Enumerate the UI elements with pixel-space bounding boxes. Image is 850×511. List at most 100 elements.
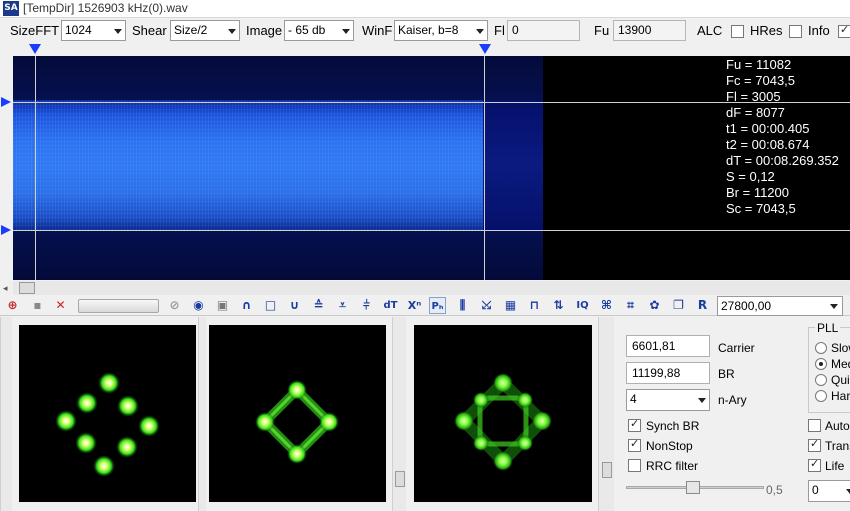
shear-select[interactable]: Size/2 — [170, 20, 240, 41]
volume-slider[interactable] — [78, 299, 159, 313]
synch-br-checkbox[interactable] — [628, 417, 641, 432]
upper-noise — [13, 56, 543, 100]
scroll-left-icon[interactable]: ◂ — [3, 283, 8, 294]
nary-value: 4 — [630, 392, 637, 406]
pulse-icon[interactable]: ⊓ — [526, 297, 543, 314]
cursor-fl-line — [13, 230, 850, 231]
fl-field[interactable]: 0 — [507, 20, 580, 41]
stop-icon[interactable]: ⊘ — [166, 297, 183, 314]
table-icon[interactable]: ▦ — [502, 297, 519, 314]
frequency-select[interactable]: 27800,00 — [717, 296, 843, 316]
readout-br: Br = 11200 — [726, 185, 790, 200]
rect-filter-icon[interactable]: □ — [262, 297, 279, 314]
bottom-select[interactable]: 0 — [808, 480, 850, 502]
speaker-icon[interactable]: ◉ — [190, 297, 207, 314]
readout-fc: Fc = 7043,5 — [726, 73, 796, 88]
cross-icon[interactable]: ⤩ — [478, 297, 495, 314]
readout-sc: Sc = 7043,5 — [726, 201, 796, 216]
phase-icon[interactable]: Pₕ — [429, 297, 446, 314]
sort-icon[interactable]: ⇅ — [550, 297, 567, 314]
pll-hard-radio[interactable] — [815, 390, 827, 402]
constellation-view-3 — [414, 325, 592, 502]
info-checkbox[interactable] — [838, 23, 850, 38]
slider-knob[interactable] — [686, 481, 700, 494]
histogram-icon[interactable]: ⫼ — [454, 297, 471, 314]
rrc-filter-checkbox[interactable] — [628, 459, 641, 472]
constellation-view-1 — [19, 325, 196, 502]
pattern-icon[interactable]: ⌘ — [598, 297, 615, 314]
nonstop-checkbox[interactable] — [628, 437, 641, 452]
spectrogram-area: Fu = 11082 Fc = 7043,5 Fl = 3005 dF = 80… — [0, 44, 850, 296]
save-icon[interactable]: ▪ — [29, 297, 46, 314]
power-icon[interactable]: Xⁿ — [406, 297, 423, 314]
pll-medium-label: Medium — [831, 357, 850, 371]
r-icon[interactable]: R — [694, 297, 711, 314]
middle-scrollbar[interactable] — [392, 317, 406, 511]
constellation-diamond-icon — [255, 380, 339, 464]
image-value: - 65 db — [288, 23, 326, 37]
spectrogram-scrollbar[interactable]: ◂ — [3, 281, 850, 295]
shear-label: Shear — [132, 23, 167, 38]
arc-filter-icon[interactable]: ∩ — [238, 297, 255, 314]
left-scrollbar[interactable] — [0, 317, 12, 511]
spectrogram-view[interactable]: Fu = 11082 Fc = 7043,5 Fl = 3005 dF = 80… — [13, 56, 850, 280]
peak-up-icon[interactable]: ≙ — [310, 297, 327, 314]
sizefft-value: 1024 — [65, 23, 92, 37]
pll-slow-label: Slow — [831, 341, 850, 355]
auto-checkbox[interactable] — [808, 419, 821, 432]
peak-both-icon[interactable]: ⫩ — [358, 297, 375, 314]
middle-scrollbar-thumb[interactable] — [395, 471, 405, 487]
synch-br-label: Synch BR — [646, 419, 700, 433]
peak-down-icon[interactable]: ⩡ — [334, 297, 351, 314]
rrc-filter-label: RRC filter — [646, 459, 699, 473]
chevron-down-icon — [842, 481, 850, 500]
clear-icon[interactable]: ✕ — [52, 297, 69, 314]
sizefft-label: SizeFFT — [10, 23, 60, 38]
iq-icon[interactable]: IQ — [574, 297, 591, 314]
pll-quick-radio[interactable] — [815, 374, 827, 386]
pll-slow-radio[interactable] — [815, 342, 827, 354]
pane1-divider — [198, 317, 206, 511]
pll-label: PLL — [815, 321, 841, 335]
nary-select[interactable]: 4 — [626, 389, 710, 411]
notch-filter-icon[interactable]: ∪ — [286, 297, 303, 314]
winf-select[interactable]: Kaiser, b=8 — [394, 20, 488, 41]
chevron-down-icon — [110, 21, 125, 40]
chevron-down-icon — [472, 21, 487, 40]
gear-icon[interactable]: ✿ — [646, 297, 663, 314]
sizefft-select[interactable]: 1024 — [61, 20, 126, 41]
chevron-down-icon — [338, 21, 353, 40]
cursor-fl-marker-icon[interactable] — [1, 225, 11, 235]
measurement-readout: Fu = 11082 Fc = 7043,5 Fl = 3005 dF = 80… — [726, 57, 839, 217]
right-scrollbar-thumb[interactable] — [602, 462, 612, 478]
trans-checkbox[interactable] — [808, 437, 821, 452]
life-checkbox[interactable] — [808, 457, 821, 472]
cursor-t2-marker-icon[interactable] — [479, 44, 491, 54]
pll-medium-radio[interactable] — [815, 358, 827, 370]
pattern2-icon[interactable]: ⌗ — [622, 297, 639, 314]
copy-icon[interactable]: ❐ — [670, 297, 687, 314]
winf-label: WinF — [362, 23, 393, 38]
dt-icon[interactable]: dT — [382, 297, 399, 314]
readout-dt: dT = 00:08.269.352 — [726, 153, 839, 168]
demod-settings: 6601,81 Carrier 11199,88 BR 4 n-Ary Sync… — [616, 317, 850, 511]
frame-icon[interactable]: ▣ — [214, 297, 231, 314]
alc-checkbox[interactable] — [731, 25, 744, 38]
fu-field[interactable]: 13900 — [613, 20, 686, 41]
chevron-down-icon — [694, 390, 709, 409]
rolloff-value: 0,5 — [766, 483, 783, 497]
image-select[interactable]: - 65 db — [284, 20, 354, 41]
control-bar: SizeFFT 1024 Shear Size/2 Image - 65 db … — [0, 18, 850, 44]
carrier-input[interactable]: 6601,81 — [626, 335, 710, 357]
cursor-t1-marker-icon[interactable] — [29, 44, 41, 54]
cursor-fu-marker-icon[interactable] — [1, 97, 11, 107]
br-input[interactable]: 11199,88 — [626, 362, 710, 384]
rolloff-slider[interactable] — [626, 480, 764, 494]
hres-checkbox[interactable] — [789, 25, 802, 38]
bottom-value: 0 — [812, 483, 819, 497]
right-scrollbar[interactable] — [598, 317, 614, 511]
scrollbar-thumb[interactable] — [19, 282, 35, 294]
zoom-icon[interactable]: ⊕ — [4, 297, 21, 314]
signal-tail — [483, 100, 543, 230]
life-label: Life — [825, 459, 845, 473]
